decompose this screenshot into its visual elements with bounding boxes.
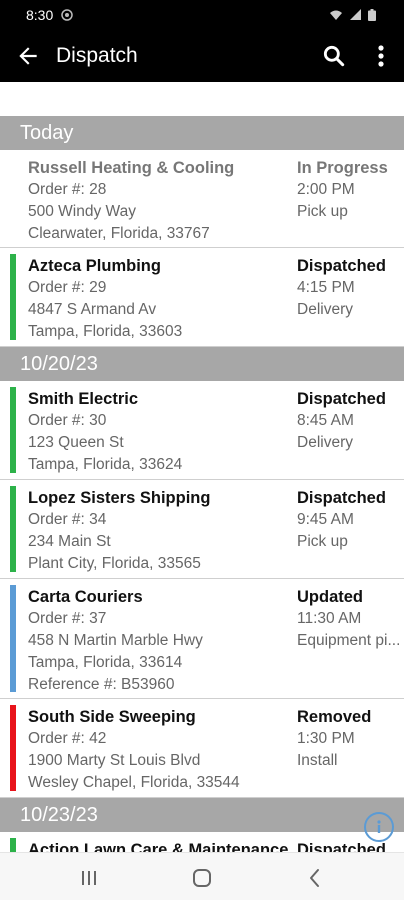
- customer-name: Lopez Sisters Shipping: [28, 489, 211, 507]
- time-label: 8:45 AM: [297, 412, 354, 429]
- status-color-bar: [10, 486, 16, 572]
- order-number: Order #: 37: [28, 610, 107, 627]
- status-label: Dispatched: [297, 257, 386, 275]
- status-label: Updated: [297, 588, 363, 606]
- status-label: Dispatched: [297, 390, 386, 408]
- city-line: Tampa, Florida, 33603: [28, 323, 183, 340]
- battery-icon: [368, 9, 376, 21]
- customer-name: Smith Electric: [28, 390, 139, 408]
- dispatch-item[interactable]: Lopez Sisters Shipping Order #: 34 234 M…: [0, 480, 404, 579]
- job-type: Pick up: [297, 203, 348, 220]
- system-nav-bar: [0, 852, 404, 900]
- dispatch-item[interactable]: South Side Sweeping Order #: 42 1900 Mar…: [0, 699, 404, 798]
- info-icon[interactable]: [364, 812, 394, 842]
- section-header-today: Today: [0, 116, 404, 150]
- info-glyph-icon: [377, 820, 381, 833]
- customer-name: Carta Couriers: [28, 588, 143, 606]
- order-number: Order #: 42: [28, 730, 107, 747]
- customer-name: Azteca Plumbing: [28, 257, 161, 275]
- status-color-bar: [10, 838, 16, 852]
- customer-name: South Side Sweeping: [28, 708, 196, 726]
- time-label: 2:00 PM: [297, 181, 355, 198]
- address-line: 1900 Marty St Louis Blvd: [28, 752, 201, 769]
- job-type: Delivery: [297, 434, 353, 451]
- order-number: Order #: 29: [28, 279, 107, 296]
- address-line: 4847 S Armand Av: [28, 301, 157, 318]
- status-label: Dispatched: [297, 489, 386, 507]
- time-label: 11:30 AM: [297, 610, 362, 627]
- time-label: 9:45 AM: [297, 511, 354, 528]
- recents-icon[interactable]: [77, 867, 101, 889]
- dispatch-item[interactable]: Smith Electric Order #: 30 123 Queen St …: [0, 381, 404, 480]
- address-line: 123 Queen St: [28, 434, 124, 451]
- time-label: 4:15 PM: [297, 279, 355, 296]
- status-color-bar: [10, 387, 16, 473]
- city-line: Plant City, Florida, 33565: [28, 555, 201, 572]
- address-line: 500 Windy Way: [28, 203, 136, 220]
- home-icon[interactable]: [190, 867, 214, 889]
- time-label: 1:30 PM: [297, 730, 355, 747]
- status-label: Removed: [297, 708, 372, 726]
- order-number: Order #: 34: [28, 511, 107, 528]
- reference-number: Reference #: B53960: [28, 676, 175, 693]
- city-line: Clearwater, Florida, 33767: [28, 225, 210, 242]
- dispatch-list[interactable]: Today Russell Heating & Cooling Order #:…: [0, 82, 404, 852]
- dispatch-item[interactable]: Azteca Plumbing Order #: 29 4847 S Arman…: [0, 248, 404, 347]
- dispatch-item[interactable]: Action Lawn Care & Maintenance Dispatche…: [0, 832, 404, 852]
- search-icon[interactable]: [321, 43, 347, 69]
- order-number: Order #: 28: [28, 181, 107, 198]
- status-color-bar: [10, 585, 16, 692]
- address-line: 458 N Martin Marble Hwy: [28, 632, 203, 649]
- more-vertical-icon[interactable]: [371, 43, 391, 69]
- job-type: Equipment pi...: [297, 632, 401, 649]
- city-line: Wesley Chapel, Florida, 33544: [28, 774, 240, 791]
- section-header-date: 10/20/23: [0, 347, 404, 381]
- dispatch-item[interactable]: Russell Heating & Cooling Order #: 28 50…: [0, 150, 404, 248]
- section-header-date: 10/23/23: [0, 798, 404, 832]
- notification-icon: [61, 9, 73, 21]
- wifi-icon: [330, 10, 342, 20]
- order-number: Order #: 30: [28, 412, 107, 429]
- status-label: In Progress: [297, 159, 388, 177]
- back-arrow-icon[interactable]: [15, 43, 41, 69]
- status-color-bar: [10, 254, 16, 340]
- city-line: Tampa, Florida, 33624: [28, 456, 183, 473]
- dispatch-item[interactable]: Carta Couriers Order #: 37 458 N Martin …: [0, 579, 404, 699]
- job-type: Install: [297, 752, 338, 769]
- address-line: 234 Main St: [28, 533, 111, 550]
- status-time: 8:30: [26, 7, 54, 23]
- job-type: Pick up: [297, 533, 348, 550]
- status-bar: 8:30: [0, 0, 404, 30]
- page-title: Dispatch: [56, 44, 138, 67]
- city-line: Tampa, Florida, 33614: [28, 654, 183, 671]
- signal-icon: [350, 9, 361, 20]
- customer-name: Action Lawn Care & Maintenance: [28, 841, 289, 852]
- customer-name: Russell Heating & Cooling: [28, 159, 235, 177]
- job-type: Delivery: [297, 301, 353, 318]
- status-color-bar: [10, 705, 16, 791]
- back-chevron-icon[interactable]: [303, 867, 327, 889]
- app-bar: Dispatch: [0, 30, 404, 82]
